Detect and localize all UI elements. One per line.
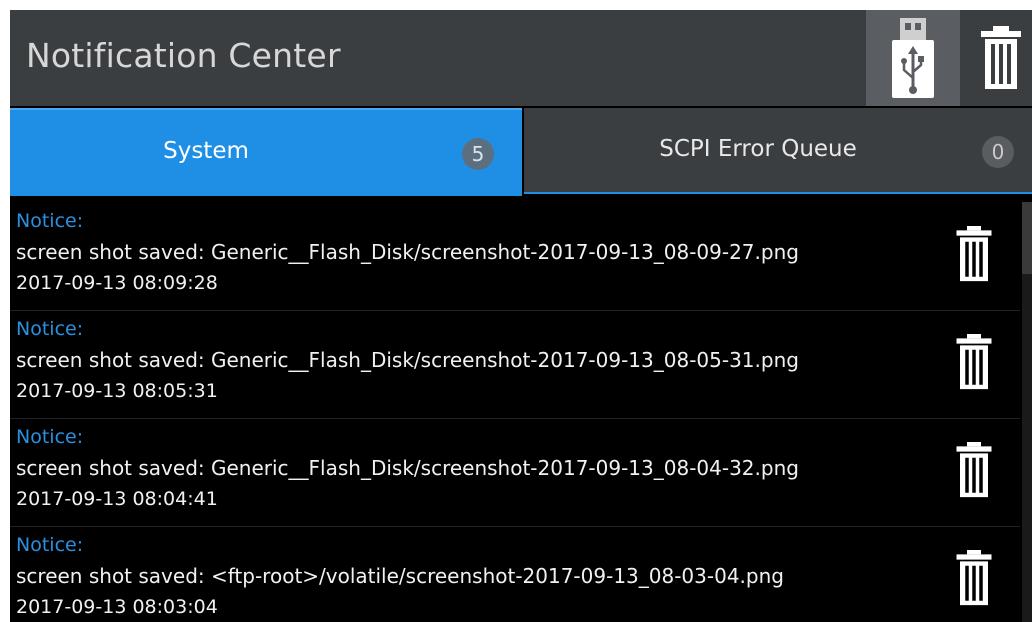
trash-icon (956, 226, 992, 282)
list-item: Notice: screen shot saved: Generic__Flas… (10, 202, 1020, 311)
notification-type: Notice: (16, 210, 84, 232)
trash-icon (956, 442, 992, 498)
tab-system[interactable]: System 5 (10, 108, 522, 196)
notification-timestamp: 2017-09-13 08:05:31 (16, 380, 218, 402)
tab-scpi-error-queue[interactable]: SCPI Error Queue 0 (524, 108, 1032, 194)
trash-icon (981, 26, 1021, 89)
scrollbar-thumb[interactable] (1022, 202, 1032, 274)
scrollbar[interactable] (1022, 202, 1032, 622)
notification-center-window: Notification Center System 5 SCPI Error … (10, 10, 1032, 622)
tab-scpi-label: SCPI Error Queue (659, 136, 857, 162)
delete-notification-button[interactable] (954, 334, 1002, 390)
trash-icon (956, 550, 992, 606)
tab-system-label: System (163, 138, 249, 164)
delete-notification-button[interactable] (954, 442, 1002, 498)
tab-bar: System 5 SCPI Error Queue 0 (10, 108, 1032, 198)
tab-system-count-badge: 5 (462, 138, 494, 170)
notification-message: screen shot saved: Generic__Flash_Disk/s… (16, 240, 799, 264)
list-item: Notice: screen shot saved: Generic__Flas… (10, 418, 1020, 527)
notification-timestamp: 2017-09-13 08:04:41 (16, 488, 218, 510)
usb-drive-icon (892, 18, 934, 98)
delete-notification-button[interactable] (954, 226, 1002, 282)
usb-drive-button[interactable] (866, 10, 960, 106)
notification-message: screen shot saved: Generic__Flash_Disk/s… (16, 456, 799, 480)
list-item: Notice: screen shot saved: Generic__Flas… (10, 310, 1020, 419)
notification-timestamp: 2017-09-13 08:09:28 (16, 272, 218, 294)
notification-message: screen shot saved: Generic__Flash_Disk/s… (16, 348, 799, 372)
list-item: Notice: screen shot saved: <ftp-root>/vo… (10, 526, 1020, 622)
tab-scpi-count-badge: 0 (982, 136, 1014, 168)
notification-type: Notice: (16, 534, 84, 556)
notification-type: Notice: (16, 318, 84, 340)
notification-type: Notice: (16, 426, 84, 448)
notification-timestamp: 2017-09-13 08:03:04 (16, 596, 218, 618)
header-bar: Notification Center (10, 10, 1032, 108)
trash-icon (956, 334, 992, 390)
delete-notification-button[interactable] (954, 550, 1002, 606)
notification-list: Notice: screen shot saved: Generic__Flas… (10, 202, 1020, 622)
notification-message: screen shot saved: <ftp-root>/volatile/s… (16, 564, 784, 588)
delete-all-button[interactable] (970, 10, 1032, 106)
page-title: Notification Center (26, 36, 341, 75)
